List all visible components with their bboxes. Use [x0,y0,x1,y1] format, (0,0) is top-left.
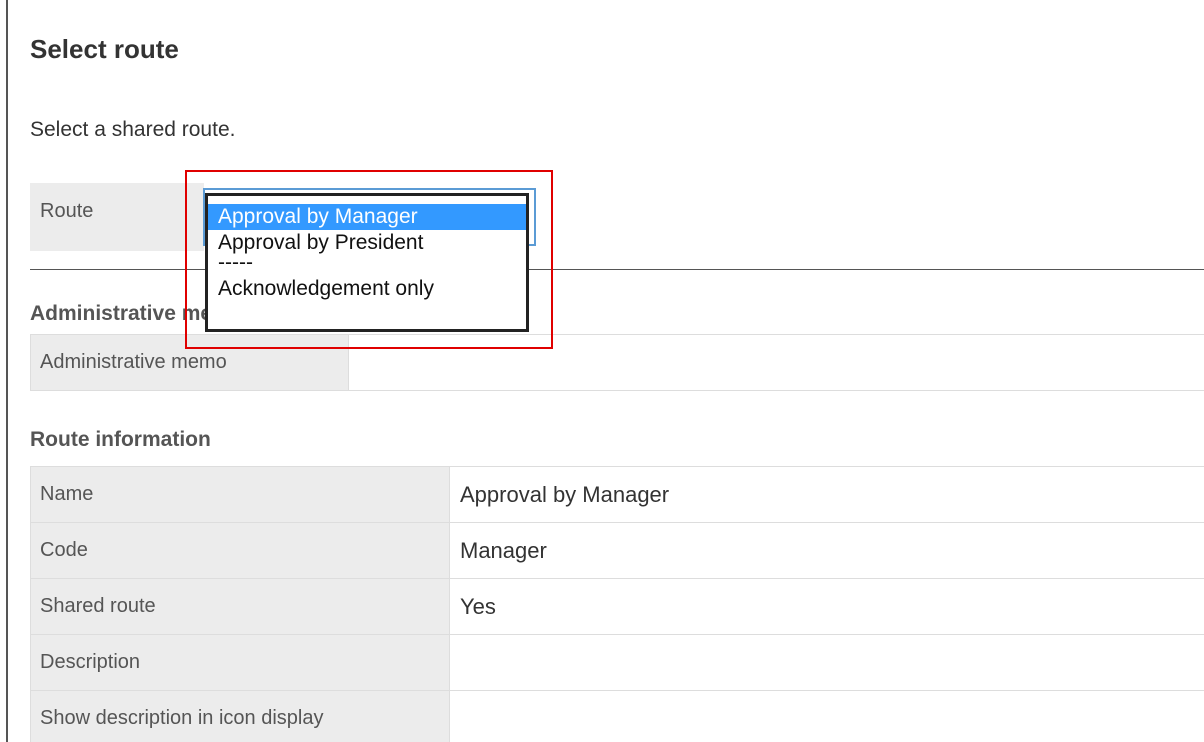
code-label: Code [30,522,450,579]
dropdown-option-approval-by-manager[interactable]: Approval by Manager [208,204,526,230]
dropdown-option-acknowledgement-only[interactable]: Acknowledgement only [208,276,526,302]
table-row: Shared route Yes [30,578,1204,635]
dropdown-option-separator: ----- [218,251,253,274]
table-row: Description [30,634,1204,691]
instruction-text: Select a shared route. [30,118,236,141]
route-info-heading: Route information [30,428,211,451]
route-dropdown-list[interactable]: Approval by Manager Approval by Presiden… [205,193,529,332]
route-info-table: Name Approval by Manager Code Manager Sh… [30,466,1204,742]
description-value [449,634,1204,691]
route-label: Route [40,200,94,222]
show-description-label: Show description in icon display [30,690,450,742]
shared-route-label: Shared route [30,578,450,635]
dropdown-option-approval-by-president[interactable]: Approval by President [208,230,526,256]
code-value: Manager [449,522,1204,579]
description-label: Description [30,634,450,691]
select-route-screen: Select route Select a shared route. Rout… [0,0,1204,742]
table-row: Name Approval by Manager [30,466,1204,523]
name-value: Approval by Manager [449,466,1204,523]
shared-route-value: Yes [449,578,1204,635]
show-description-value [449,690,1204,742]
table-row: Code Manager [30,522,1204,579]
left-frame-border [6,0,8,742]
name-label: Name [30,466,450,523]
page-title: Select route [30,34,179,64]
table-row: Show description in icon display [30,690,1204,742]
